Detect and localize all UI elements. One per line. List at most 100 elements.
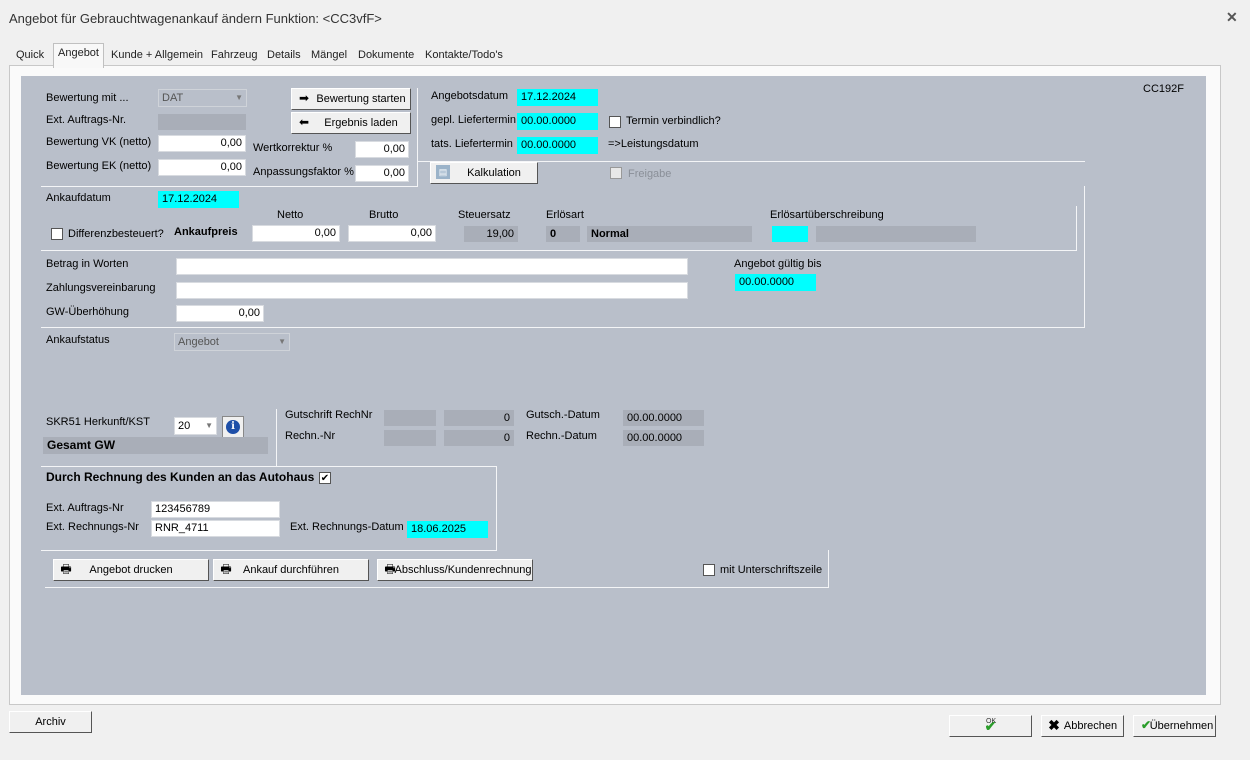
tats-liefertermin-label: tats. Liefertermin	[431, 138, 513, 150]
tab-quick[interactable]: Quick	[12, 46, 48, 66]
netto-header: Netto	[277, 209, 304, 221]
termin-verbindlich-label: Termin verbindlich?	[626, 115, 721, 127]
rechn-num-field: 0	[444, 430, 514, 446]
bewertung-ek-label: Bewertung EK (netto)	[46, 160, 152, 172]
abbrechen-label: Abbrechen	[1063, 720, 1118, 732]
betrag-worte-input[interactable]	[176, 258, 688, 275]
termin-verbindlich-checkbox[interactable]	[609, 116, 621, 128]
close-icon[interactable]: ✕	[1226, 9, 1238, 26]
zahlungsvereinbarung-label: Zahlungsvereinbarung	[46, 282, 156, 294]
bewertung-starten-label: Bewertung starten	[316, 93, 406, 105]
gutsch-datum-field: 00.00.0000	[623, 410, 704, 426]
info-icon: i	[226, 420, 240, 434]
gepl-liefertermin-field[interactable]: 00.00.0000	[517, 113, 598, 130]
ankaufstatus-dropdown[interactable]: Angebot ▼	[174, 333, 290, 351]
steuersatz-header: Steuersatz	[458, 209, 511, 221]
group-line	[41, 550, 497, 551]
erloesart-code-field: 0	[546, 226, 580, 242]
ext-auftrags-nr-input[interactable]: 123456789	[151, 501, 280, 518]
steuersatz-field: 19,00	[464, 226, 518, 242]
angebot-drucken-button[interactable]: 🖶 Angebot drucken	[53, 559, 209, 581]
freigabe-checkbox[interactable]	[610, 167, 622, 179]
ext-auftrag-label: Ext. Auftrags-Nr.	[46, 114, 127, 126]
wertkorrektur-label: Wertkorrektur %	[253, 142, 333, 154]
tab-angebot[interactable]: Angebot	[53, 43, 104, 68]
gutschrift-rechnr-label: Gutschrift RechNr	[285, 409, 373, 421]
ankauf-durchfuehren-label: Ankauf durchführen	[242, 564, 339, 576]
tab-maengel[interactable]: Mängel	[307, 46, 351, 66]
ankaufstatus-value: Angebot	[178, 336, 219, 348]
wertkorrektur-input[interactable]: 0,00	[355, 141, 409, 158]
abbrechen-button[interactable]: ✖ Abbrechen	[1041, 715, 1124, 737]
ergebnis-laden-label: Ergebnis laden	[324, 117, 398, 129]
zahlungsvereinbarung-input[interactable]	[176, 282, 688, 299]
uebernehmen-button[interactable]: ✔ Übernehmen	[1133, 715, 1216, 737]
window-title: Angebot für Gebrauchtwagenankauf ändern …	[9, 11, 382, 26]
close-icon: ✖	[1048, 717, 1060, 733]
ankaufpreis-brutto-input[interactable]: 0,00	[348, 225, 436, 242]
checkmark-icon: ✔	[1140, 718, 1152, 732]
angebot-gueltig-field[interactable]: 00.00.0000	[735, 274, 816, 291]
abschluss-kundenrechnung-label: Abschluss/Kundenrechnung	[394, 564, 532, 576]
ext-auftrags-nr-label: Ext. Auftrags-Nr	[46, 502, 124, 514]
brutto-header: Brutto	[369, 209, 399, 221]
arrow-left-icon: ⬅	[298, 115, 310, 129]
ext-rechnungs-datum-field[interactable]: 18.06.2025	[407, 521, 488, 538]
gutschrift-num-field: 0	[444, 410, 514, 426]
info-button[interactable]: i	[222, 416, 244, 438]
group-line	[41, 250, 1077, 251]
kalkulation-button[interactable]: ▤ Kalkulation	[430, 162, 538, 184]
gw-ueberhoehung-label: GW-Überhöhung	[46, 306, 129, 318]
group-line	[1084, 186, 1085, 328]
erloesart-ueberschreibung-code[interactable]	[772, 226, 808, 242]
erloesart-ueberschreibung-header: Erlösartüberschreibung	[770, 209, 884, 221]
ankaufdatum-field[interactable]: 17.12.2024	[158, 191, 239, 208]
ankauf-durchfuehren-button[interactable]: 🖶 Ankauf durchführen	[213, 559, 369, 581]
bewertung-vk-input[interactable]: 0,00	[158, 135, 246, 152]
ankaufpreis-label: Ankaufpreis	[174, 226, 238, 238]
rechnung-checkbox[interactable]: ✔	[319, 472, 331, 484]
tats-liefertermin-field[interactable]: 00.00.0000	[517, 137, 598, 154]
chevron-down-icon: ▼	[205, 421, 213, 430]
differenzbesteuert-label: Differenzbesteuert?	[68, 228, 164, 240]
group-line	[41, 186, 418, 187]
form-code: CC192F	[1143, 83, 1184, 95]
rechn-datum-field: 00.00.0000	[623, 430, 704, 446]
abschluss-kundenrechnung-button[interactable]: 🖶 Abschluss/Kundenrechnung	[377, 559, 533, 581]
tab-dokumente[interactable]: Dokumente	[354, 46, 418, 66]
ext-rechnungs-nr-input[interactable]: RNR_4711	[151, 520, 280, 537]
tab-kunde-allgemein[interactable]: Kunde + Allgemein	[107, 46, 207, 66]
bewertung-mit-dropdown[interactable]: DAT ▼	[158, 89, 247, 107]
tab-details[interactable]: Details	[263, 46, 305, 66]
ankaufpreis-netto-input[interactable]: 0,00	[252, 225, 340, 242]
skr51-dropdown[interactable]: 20 ▼	[174, 417, 217, 435]
group-line	[45, 587, 829, 588]
leistungsdatum-label: =>Leistungsdatum	[608, 138, 699, 150]
tab-fahrzeug[interactable]: Fahrzeug	[207, 46, 261, 66]
bewertung-ek-input[interactable]: 0,00	[158, 159, 246, 176]
title-bar: Angebot für Gebrauchtwagenankauf ändern …	[0, 0, 1250, 36]
freigabe-label: Freigabe	[628, 168, 672, 180]
erloesart-header: Erlösart	[546, 209, 584, 221]
skr51-label: SKR51 Herkunft/KST	[46, 416, 150, 428]
angebot-gueltig-label: Angebot gültig bis	[734, 258, 822, 270]
archiv-button[interactable]: Archiv	[9, 711, 92, 733]
bewertung-starten-button[interactable]: ➡ Bewertung starten	[291, 88, 411, 110]
unterschriftszeile-label: mit Unterschriftszeile	[720, 564, 823, 576]
anpassungsfaktor-input[interactable]: 0,00	[355, 165, 409, 182]
ankaufdatum-label: Ankaufdatum	[46, 192, 111, 204]
rechnung-header: Durch Rechnung des Kunden an das Autohau…	[46, 470, 315, 484]
erloesart-ueberschreibung-field	[816, 226, 976, 242]
angebotsdatum-field[interactable]: 17.12.2024	[517, 89, 598, 106]
tab-kontakte-todos[interactable]: Kontakte/Todo's	[421, 46, 507, 66]
printer-icon: 🖶	[384, 562, 396, 576]
unterschriftszeile-checkbox[interactable]	[703, 564, 715, 576]
differenzbesteuert-checkbox[interactable]	[51, 228, 63, 240]
gw-ueberhoehung-input[interactable]: 0,00	[176, 305, 264, 322]
group-line	[496, 466, 497, 550]
ok-button[interactable]: ✔ OK	[949, 715, 1032, 737]
skr51-value: 20	[178, 420, 191, 432]
ergebnis-laden-button[interactable]: ⬅ Ergebnis laden	[291, 112, 411, 134]
group-line	[41, 327, 1085, 328]
main-panel: CC192F Bewertung mit ... DAT ▼ Ext. Auft…	[21, 76, 1206, 695]
